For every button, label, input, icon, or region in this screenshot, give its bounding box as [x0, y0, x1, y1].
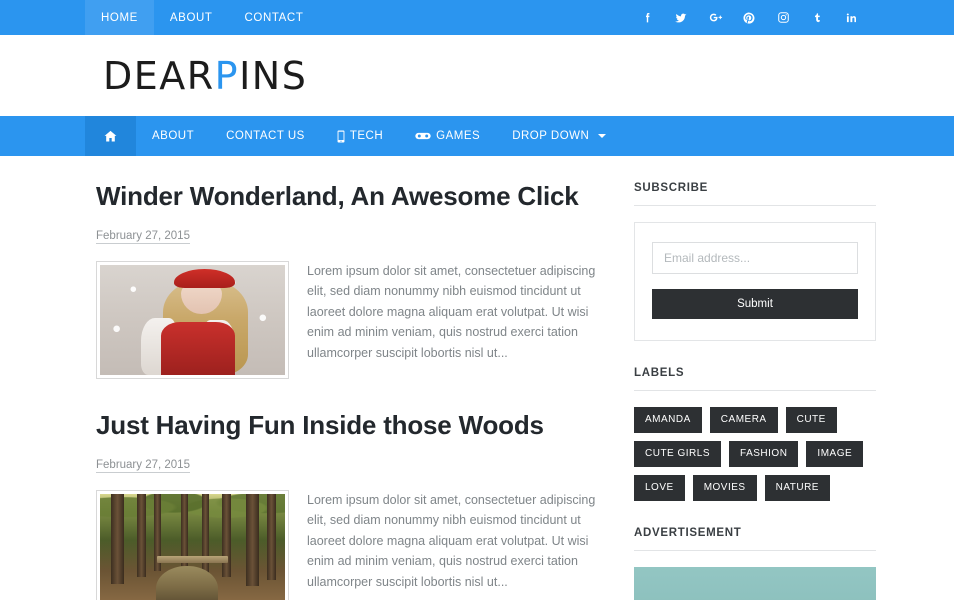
social-links: [630, 0, 954, 35]
mobile-icon: [337, 130, 345, 143]
nav-item-tech[interactable]: TECH: [321, 116, 399, 156]
logo-text-ins: INS: [239, 53, 308, 98]
logo-text-p: P: [214, 53, 240, 98]
post-excerpt: Lorem ipsum dolor sit amet, consectetuer…: [307, 492, 596, 589]
post-item: Just Having Fun Inside those Woods Febru…: [96, 410, 616, 600]
label-tag[interactable]: IMAGE: [806, 441, 864, 467]
topbar-link-about[interactable]: ABOUT: [154, 0, 229, 35]
photo-detail: [155, 566, 219, 600]
email-field[interactable]: [652, 242, 858, 274]
submit-button[interactable]: Submit: [652, 289, 858, 319]
post-body: Lorem ipsum dolor sit amet, consectetuer…: [96, 260, 616, 379]
label-tag[interactable]: CAMERA: [709, 407, 778, 433]
instagram-icon[interactable]: [766, 0, 800, 35]
labels-widget-title: LABELS: [634, 367, 876, 391]
nav-item-contact-us[interactable]: CONTACT US: [210, 116, 321, 156]
label-tag[interactable]: AMANDA: [634, 407, 702, 433]
pinterest-icon[interactable]: [732, 0, 766, 35]
google-plus-icon[interactable]: [698, 0, 732, 35]
nav-item-about[interactable]: ABOUT: [136, 116, 210, 156]
post-thumbnail[interactable]: [96, 260, 289, 379]
logo-text-dear: DEAR: [103, 53, 215, 98]
photo-detail: [181, 281, 223, 315]
photo-detail: [161, 322, 236, 375]
topbar-link-home[interactable]: HOME: [85, 0, 154, 35]
post-item: Winder Wonderland, An Awesome Click Febr…: [96, 181, 616, 379]
nav-item-games[interactable]: GAMES: [399, 116, 496, 156]
linkedin-icon[interactable]: [834, 0, 868, 35]
label-tag[interactable]: FASHION: [729, 441, 799, 467]
topbar-link-contact[interactable]: CONTACT: [229, 0, 320, 35]
advertisement-banner[interactable]: [634, 567, 876, 600]
label-tag[interactable]: NATURE: [764, 475, 830, 501]
chevron-down-icon: [598, 134, 607, 138]
post-date[interactable]: February 27, 2015: [96, 459, 190, 473]
subscribe-widget-title: SUBSCRIBE: [634, 182, 876, 206]
advertisement-widget-title: ADVERTISEMENT: [634, 527, 876, 551]
nav-label-tech: TECH: [349, 130, 384, 142]
labels-list: AMANDA CAMERA CUTE CUTE GIRLS FASHION IM…: [634, 407, 876, 501]
nav-item-home[interactable]: [85, 116, 136, 156]
top-bar-nav: HOME ABOUT CONTACT: [85, 0, 319, 35]
subscribe-box: Submit: [634, 222, 876, 341]
girl-in-red-hat-snow-photo: [100, 264, 285, 375]
nav-label-drop-down: DROP DOWN: [512, 130, 590, 142]
post-title[interactable]: Just Having Fun Inside those Woods: [96, 410, 616, 441]
nav-label-games: GAMES: [436, 130, 481, 142]
main-nav-items: ABOUT CONTACT US TECH GAMES DROP DOWN: [85, 116, 622, 156]
label-tag[interactable]: CUTE: [785, 407, 837, 433]
nav-item-drop-down[interactable]: DROP DOWN: [496, 116, 622, 156]
tumblr-icon[interactable]: [800, 0, 834, 35]
sidebar: SUBSCRIBE Submit LABELS AMANDA CAMERA CU…: [634, 182, 876, 600]
photo-detail: [157, 556, 228, 564]
labels-widget: LABELS AMANDA CAMERA CUTE CUTE GIRLS FAS…: [634, 367, 876, 501]
main-nav: ABOUT CONTACT US TECH GAMES DROP DOWN: [0, 116, 954, 156]
advertisement-widget: ADVERTISEMENT: [634, 527, 876, 600]
label-tag[interactable]: LOVE: [634, 475, 685, 501]
forest-stream-bridge-photo: [100, 493, 285, 600]
label-tag[interactable]: MOVIES: [692, 475, 757, 501]
post-thumbnail[interactable]: [96, 489, 289, 600]
main-content: Winder Wonderland, An Awesome Click Febr…: [96, 181, 616, 600]
logo-band: DEARPINS: [0, 35, 954, 116]
label-tag[interactable]: CUTE GIRLS: [634, 441, 722, 467]
home-icon: [103, 129, 118, 144]
gamepad-icon: [415, 131, 431, 141]
site-logo[interactable]: DEARPINS: [103, 57, 307, 95]
post-body: Lorem ipsum dolor sit amet, consectetuer…: [96, 489, 616, 600]
post-title[interactable]: Winder Wonderland, An Awesome Click: [96, 181, 616, 212]
nav-label-contact-us: CONTACT US: [226, 130, 305, 142]
post-excerpt: Lorem ipsum dolor sit amet, consectetuer…: [307, 263, 596, 360]
top-bar: HOME ABOUT CONTACT: [0, 0, 954, 35]
facebook-icon[interactable]: [630, 0, 664, 35]
page-body: Winder Wonderland, An Awesome Click Febr…: [0, 156, 954, 600]
nav-label-about: ABOUT: [152, 130, 195, 142]
subscribe-widget: SUBSCRIBE Submit: [634, 182, 876, 341]
post-date[interactable]: February 27, 2015: [96, 230, 190, 244]
twitter-icon[interactable]: [664, 0, 698, 35]
